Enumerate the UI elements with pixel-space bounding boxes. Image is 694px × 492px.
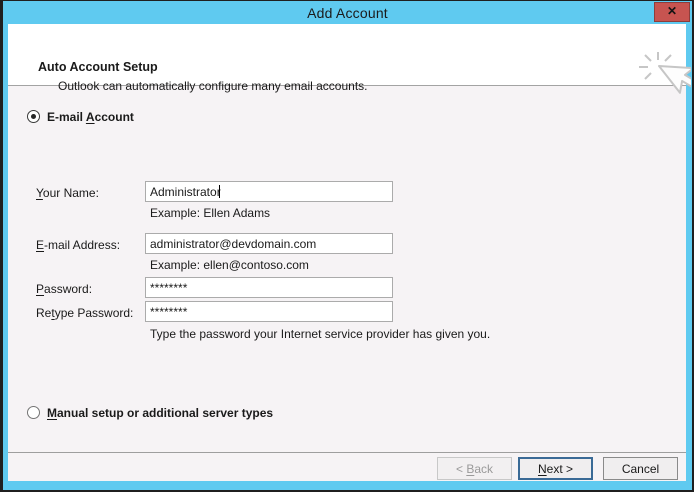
password-input[interactable] [145,277,393,298]
email-address-label-rest: -mail Address: [44,238,121,252]
your-name-label: Your Name: [36,186,99,200]
titlebar[interactable]: Add Account [3,1,692,24]
email-address-input[interactable] [145,233,393,254]
cancel-button[interactable]: Cancel [603,457,678,480]
cancel-button-label-rest: Cancel [621,461,660,476]
password-label-rest: assword: [44,282,93,296]
header-title: Auto Account Setup [38,60,158,74]
your-name-label-rest: our Name: [42,186,99,200]
retype-password-input[interactable] [145,301,393,322]
manual-setup-label-rest: anual setup or additional server types [57,406,274,420]
manual-setup-radio-label: Manual setup or additional server types [47,406,273,420]
header-band: Auto Account Setup Outlook can automatic… [8,24,691,94]
manual-setup-radio[interactable] [27,406,40,419]
email-account-label-pre: E-mail [47,110,86,124]
next-button-label-rest: ext > [546,461,574,476]
manual-setup-label-accel: M [47,406,57,420]
click-cursor-icon [639,52,691,94]
password-label: Password: [36,282,92,296]
next-button[interactable]: Next > [518,457,593,480]
email-account-radio-label: E-mail Account [47,110,134,124]
password-label-accel: P [36,282,45,296]
email-account-radio[interactable] [27,110,40,123]
back-button-label-rest: ack [474,461,494,476]
close-button[interactable]: ✕ [654,2,690,22]
retype-password-label: Retype Password: [36,306,133,320]
add-account-dialog: Add Account ✕ Auto Account Setup Outlook… [0,0,694,492]
text-caret [219,185,220,198]
email-account-label-rest: ccount [94,110,134,124]
footer-divider [8,452,686,453]
email-address-label: E-mail Address: [36,238,120,252]
password-hint: Type the password your Internet service … [150,327,491,341]
your-name-label-accel: Y [36,186,43,200]
retype-password-label-pre: Re [36,306,52,320]
your-name-example: Example: Ellen Adams [150,206,271,220]
close-icon: ✕ [666,4,678,18]
header-subtitle: Outlook can automatically configure many… [58,79,368,93]
email-address-label-accel: E [36,238,45,252]
email-account-label-accel: A [85,110,95,124]
your-name-input[interactable] [145,181,393,202]
retype-password-label-rest: ype Password: [54,306,134,320]
email-address-example: Example: ellen@contoso.com [150,258,309,272]
next-button-label-accel: N [537,461,547,476]
back-button[interactable]: < Back [437,457,512,480]
back-button-label-pre: < [455,461,467,476]
dialog-title: Add Account [307,5,388,21]
